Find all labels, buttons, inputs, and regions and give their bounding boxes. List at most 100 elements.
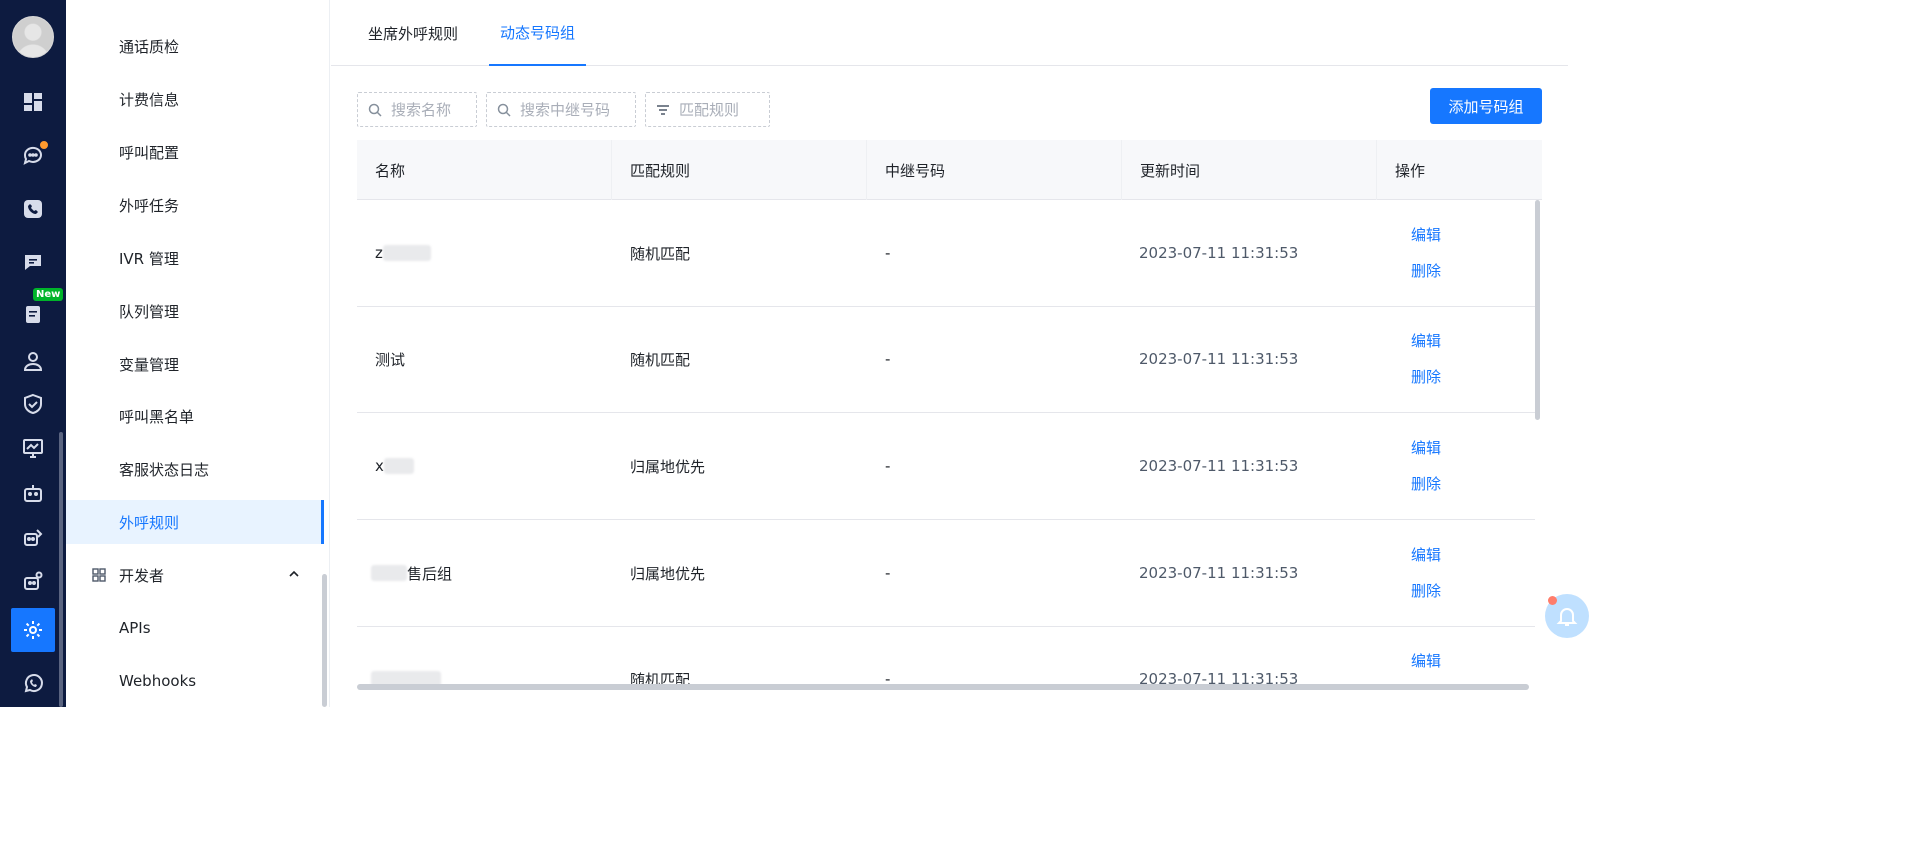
settings-icon[interactable] <box>11 608 55 652</box>
message-icon[interactable] <box>0 241 66 283</box>
tab-agent-outbound-rules[interactable]: 坐席外呼规则 <box>368 0 458 66</box>
row-trunk: - <box>885 457 891 475</box>
row-time: 2023-07-11 11:31:53 <box>1139 350 1299 368</box>
row-name: z <box>375 200 431 306</box>
menu-item-call-config[interactable]: 呼叫配置 <box>66 130 324 174</box>
row-trunk: - <box>885 350 891 368</box>
table-row: 测试 随机匹配 - 2023-07-11 11:31:53 编辑 删除 <box>357 306 1535 413</box>
main-content: 坐席外呼规则 动态号码组 搜索名称 搜索中继号码 匹配规则 添加号码组 名称 匹… <box>331 0 1589 707</box>
row-trunk: - <box>885 670 891 685</box>
row-name: 售后组 <box>371 520 452 626</box>
menu-item-outbound-tasks[interactable]: 外呼任务 <box>66 183 324 227</box>
column-header-trunk: 中继号码 <box>867 140 1122 200</box>
settings-menu: 通话质检 计费信息 呼叫配置 外呼任务 IVR 管理 队列管理 变量管理 呼叫黑… <box>66 0 330 707</box>
filter-icon <box>657 104 669 115</box>
menu-item-blacklist[interactable]: 呼叫黑名单 <box>66 394 324 438</box>
match-rule-placeholder: 匹配规则 <box>679 101 740 119</box>
menu-item-apis[interactable]: APIs <box>66 606 324 650</box>
search-trunk-placeholder: 搜索中继号码 <box>520 101 611 119</box>
table-horizontal-scrollbar[interactable] <box>357 684 1529 690</box>
delete-link[interactable]: 删除 <box>1411 260 1441 281</box>
row-trunk: - <box>885 564 891 582</box>
floating-help-button[interactable] <box>1545 594 1589 638</box>
menu-item-variables[interactable]: 变量管理 <box>66 342 324 386</box>
robot-icon[interactable] <box>0 472 66 514</box>
edit-link[interactable]: 编辑 <box>1411 330 1441 351</box>
row-name: x <box>375 413 414 519</box>
bot-group-icon[interactable] <box>0 560 66 602</box>
table-header: 名称 匹配规则 中继号码 更新时间 操作 <box>357 140 1542 200</box>
match-rule-filter[interactable]: 匹配规则 <box>645 92 770 127</box>
menu-group-developer[interactable]: 开发者 <box>66 553 324 597</box>
icon-rail: New <box>0 0 66 707</box>
row-name-text: x <box>375 457 384 475</box>
menu-item-queue[interactable]: 队列管理 <box>66 289 324 333</box>
column-header-name: 名称 <box>357 140 612 200</box>
menu-group-label: 开发者 <box>119 566 165 585</box>
row-time: 2023-07-11 11:31:53 <box>1139 564 1299 582</box>
whatsapp-icon[interactable] <box>0 663 66 705</box>
row-rule: 随机匹配 <box>630 670 691 686</box>
row-name: 测试 <box>375 350 406 369</box>
table-row: 售后组 归属地优先 - 2023-07-11 11:31:53 编辑 删除 <box>357 520 1535 627</box>
row-time: 2023-07-11 11:31:53 <box>1139 244 1299 262</box>
row-rule: 随机匹配 <box>630 244 691 263</box>
menu-item-agent-status-log[interactable]: 客服状态日志 <box>66 447 324 491</box>
user-icon[interactable] <box>0 340 66 382</box>
row-rule: 归属地优先 <box>630 564 706 583</box>
delete-link[interactable]: 删除 <box>1411 366 1441 387</box>
bot-tool-icon[interactable] <box>0 516 66 558</box>
menu-item-webhooks[interactable]: Webhooks <box>66 659 324 703</box>
redacted-text <box>371 671 441 685</box>
monitor-icon[interactable] <box>0 427 66 469</box>
delete-link[interactable]: 删除 <box>1411 473 1441 494</box>
edit-link[interactable]: 编辑 <box>1411 544 1441 565</box>
row-time: 2023-07-11 11:31:53 <box>1139 457 1299 475</box>
chevron-up-icon <box>289 570 299 577</box>
column-header-actions: 操作 <box>1395 161 1426 180</box>
add-number-group-button[interactable]: 添加号码组 <box>1430 88 1542 124</box>
menu-item-call-quality[interactable]: 通话质检 <box>66 24 324 68</box>
tab-dynamic-number-group[interactable]: 动态号码组 <box>489 0 587 66</box>
redacted-text <box>383 458 414 474</box>
menu-item-billing[interactable]: 计费信息 <box>66 77 324 121</box>
search-name-placeholder: 搜索名称 <box>391 101 452 119</box>
row-name-text: 售后组 <box>407 564 453 583</box>
menu-scrollbar[interactable] <box>322 574 327 707</box>
table-vertical-scrollbar[interactable] <box>1535 200 1540 420</box>
search-trunk-input[interactable]: 搜索中继号码 <box>486 92 636 127</box>
table-row: z 随机匹配 - 2023-07-11 11:31:53 编辑 删除 <box>357 200 1535 307</box>
edit-link[interactable]: 编辑 <box>1411 650 1441 671</box>
edit-link[interactable]: 编辑 <box>1411 224 1441 245</box>
number-group-table: 名称 匹配规则 中继号码 更新时间 操作 z 随机匹配 - 2023-07-11… <box>357 140 1542 685</box>
row-time: 2023-07-11 11:31:53 <box>1139 670 1299 685</box>
row-name <box>371 626 441 685</box>
table-row: 随机匹配 - 2023-07-11 11:31:53 编辑 <box>357 626 1535 685</box>
search-icon <box>368 103 382 117</box>
shield-icon[interactable] <box>0 383 66 425</box>
bell-icon <box>1556 608 1578 626</box>
redacted-text <box>371 565 407 581</box>
grid-icon <box>92 568 106 582</box>
notification-dot <box>1548 596 1557 605</box>
phone-icon[interactable] <box>0 188 66 230</box>
row-name-text: z <box>375 244 383 262</box>
new-badge: New <box>33 288 64 301</box>
avatar[interactable] <box>12 16 54 58</box>
tab-bar: 坐席外呼规则 动态号码组 <box>331 0 1568 66</box>
column-header-time: 更新时间 <box>1122 140 1377 200</box>
column-header-rule: 匹配规则 <box>612 140 867 200</box>
menu-item-ivr[interactable]: IVR 管理 <box>66 236 324 280</box>
chat-icon[interactable] <box>0 134 66 176</box>
delete-link[interactable]: 删除 <box>1411 580 1441 601</box>
notification-dot <box>38 139 50 151</box>
edit-link[interactable]: 编辑 <box>1411 437 1441 458</box>
row-trunk: - <box>885 244 891 262</box>
table-row: x 归属地优先 - 2023-07-11 11:31:53 编辑 删除 <box>357 413 1535 520</box>
search-name-input[interactable]: 搜索名称 <box>357 92 477 127</box>
dashboard-icon[interactable] <box>0 81 66 123</box>
rail-scrollbar[interactable] <box>59 432 63 707</box>
search-icon <box>497 103 511 117</box>
redacted-text <box>382 245 431 261</box>
menu-item-outbound-rules[interactable]: 外呼规则 <box>66 500 324 544</box>
